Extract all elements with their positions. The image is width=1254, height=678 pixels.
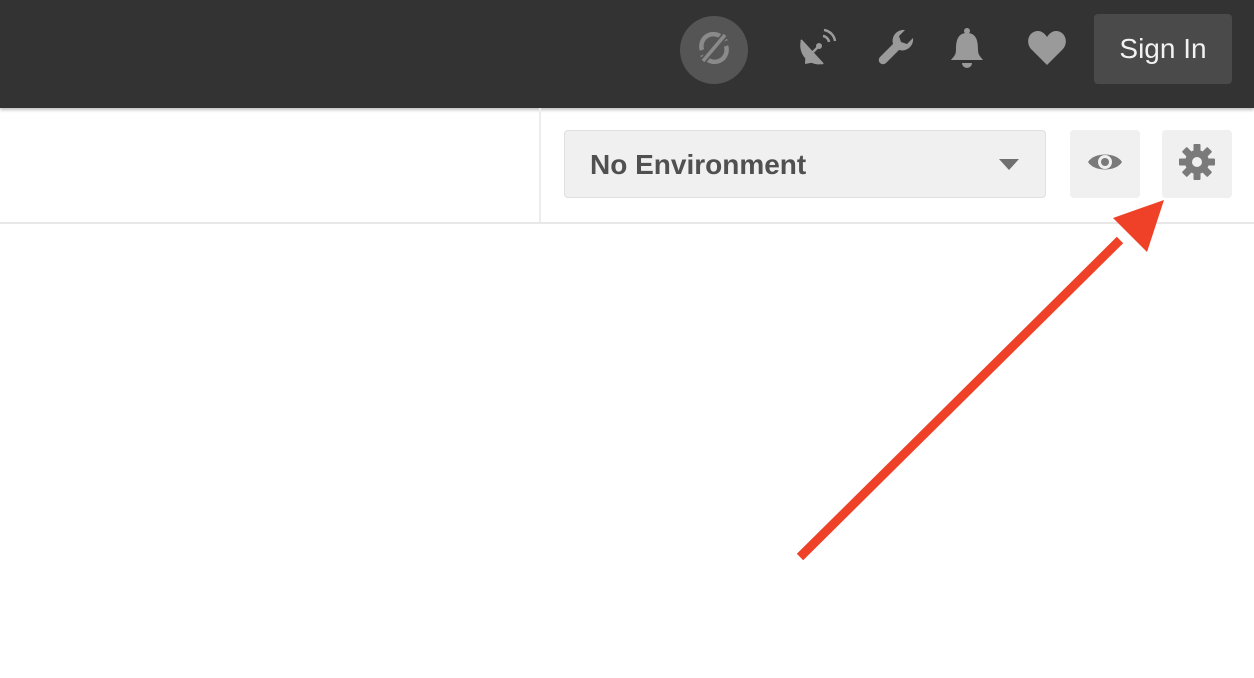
wrench-icon — [875, 26, 919, 75]
pane-divider — [539, 108, 541, 222]
heart-icon — [1026, 28, 1068, 73]
environment-quick-look-button[interactable] — [1070, 130, 1140, 198]
settings-wrench-button[interactable] — [875, 26, 919, 74]
sync-status-button[interactable] — [680, 16, 748, 84]
bell-icon — [947, 26, 987, 75]
interceptor-button[interactable] — [795, 26, 839, 74]
app-header: Sign In — [0, 0, 1254, 108]
satellite-dish-icon — [795, 26, 839, 75]
notifications-button[interactable] — [945, 26, 989, 74]
gear-icon — [1178, 143, 1216, 186]
chevron-down-icon — [999, 159, 1019, 170]
sync-off-icon — [694, 28, 734, 73]
environment-select-value: No Environment — [590, 149, 807, 180]
eye-icon — [1086, 149, 1124, 180]
favorites-button[interactable] — [1025, 26, 1069, 74]
environment-select[interactable]: No Environment — [564, 130, 1046, 198]
manage-environments-button[interactable] — [1162, 130, 1232, 198]
sign-in-button[interactable]: Sign In — [1094, 14, 1232, 84]
